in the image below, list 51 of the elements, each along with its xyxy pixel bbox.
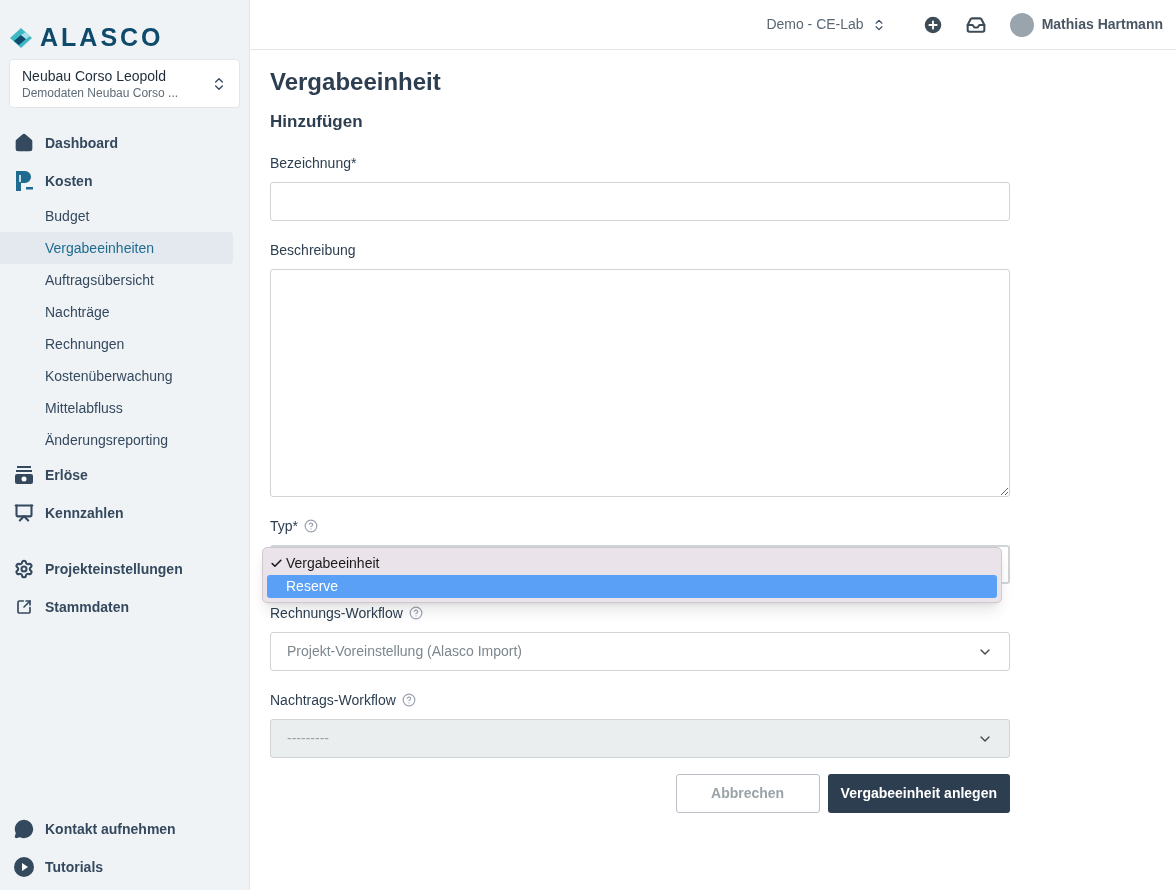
- nav-item[interactable]: Kontakt aufnehmen: [0, 810, 249, 848]
- project-subtitle: Demodaten Neubau Corso ...: [22, 84, 179, 101]
- page-title: Vergabeeinheit: [270, 67, 442, 97]
- section-title: Hinzufügen: [270, 111, 364, 133]
- field-label: Beschreibung: [270, 240, 356, 260]
- nav-item[interactable]: Projekteinstellungen: [0, 550, 233, 588]
- submit-button[interactable]: Vergabeeinheit anlegen: [827, 774, 1010, 813]
- nav-subitem[interactable]: Rechnungen: [0, 328, 233, 360]
- project-selector[interactable]: Neubau Corso Leopold Demodaten Neubau Corso ...: [9, 59, 240, 108]
- external-link-icon: [16, 599, 32, 615]
- field-label: Nachtrags-Workflow: [270, 690, 396, 710]
- play-icon: [13, 856, 35, 878]
- home-icon: [14, 133, 34, 153]
- avatar[interactable]: [1009, 12, 1034, 37]
- logo-text: ALASCO: [40, 25, 164, 50]
- field-label: Typ*: [270, 516, 298, 536]
- inbox-icon[interactable]: [965, 14, 986, 35]
- select-value: ---------: [287, 729, 329, 748]
- field-label: Rechnungs-Workflow: [270, 603, 403, 623]
- dropdown-option[interactable]: Vergabeeinheit: [267, 552, 997, 575]
- nav-subitem[interactable]: Kostenüberwachung: [0, 360, 233, 392]
- check-icon: [270, 557, 283, 570]
- settings-icon: [14, 559, 34, 579]
- user-name[interactable]: Mathias Hartmann: [1041, 14, 1163, 35]
- option-label: Vergabeeinheit: [286, 554, 380, 573]
- nav-item[interactable]: Stammdaten: [0, 588, 233, 626]
- logo-icon: [10, 27, 32, 48]
- nav-subitem[interactable]: Vergabeeinheiten: [0, 232, 233, 264]
- project-name: Neubau Corso Leopold: [22, 66, 167, 85]
- help-icon[interactable]: [408, 606, 423, 620]
- nav-item[interactable]: Erlöse: [0, 456, 233, 494]
- nav-subitem[interactable]: Nachträge: [0, 296, 233, 328]
- select-value: Projekt-Voreinstellung (Alasco Import): [287, 642, 522, 661]
- help-icon[interactable]: [304, 519, 318, 533]
- nav-subitem[interactable]: Budget: [0, 200, 233, 232]
- workspace-selector[interactable]: Demo - CE-Lab: [766, 14, 886, 35]
- nav-subitem[interactable]: Änderungsreporting: [0, 424, 233, 456]
- select-field[interactable]: Projekt-Voreinstellung (Alasco Import): [270, 632, 1010, 671]
- nav-item[interactable]: Dashboard: [0, 124, 233, 162]
- add-icon[interactable]: [921, 13, 944, 36]
- nav-item[interactable]: Tutorials: [0, 848, 249, 886]
- input-field[interactable]: [270, 182, 1010, 221]
- field-label: Bezeichnung*: [270, 153, 357, 173]
- nav-item[interactable]: Kennzahlen: [0, 494, 233, 532]
- cash-register-icon: [14, 465, 34, 485]
- option-label: Reserve: [286, 577, 339, 596]
- chat-icon: [14, 819, 34, 839]
- presentation-chart-icon: [14, 503, 34, 523]
- nav-subitem[interactable]: Mittelabfluss: [0, 392, 233, 424]
- nav-subitem[interactable]: Auftragsübersicht: [0, 264, 233, 296]
- nav-item[interactable]: Kosten: [0, 162, 233, 200]
